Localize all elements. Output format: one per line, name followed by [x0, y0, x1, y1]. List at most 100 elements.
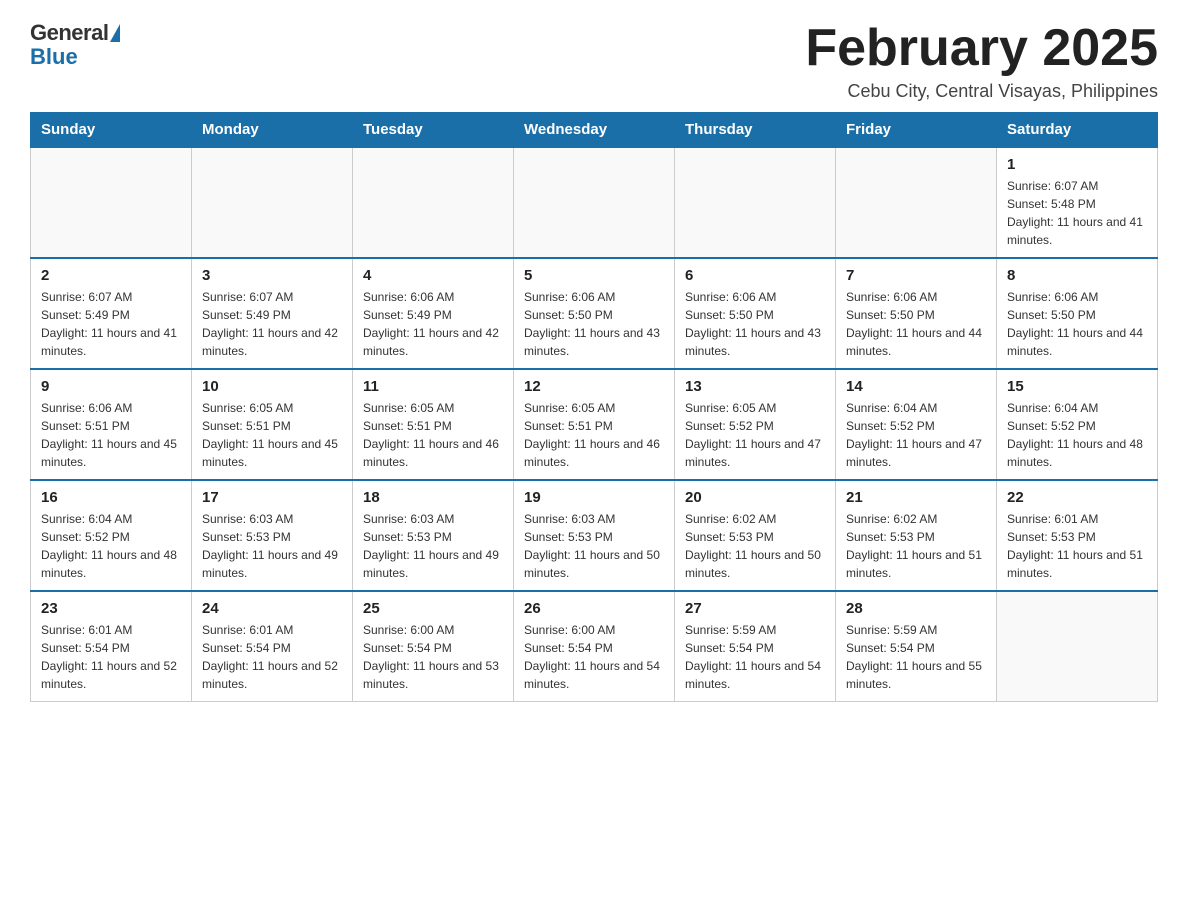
page-header: General Blue February 2025 Cebu City, Ce… [30, 20, 1158, 102]
logo-blue-text: Blue [30, 44, 78, 70]
calendar-cell: 11 Sunrise: 6:05 AMSunset: 5:51 PMDayligh… [353, 369, 514, 480]
day-number: 19 [524, 489, 664, 506]
day-number: 23 [41, 600, 181, 617]
calendar-cell [31, 147, 192, 258]
calendar-cell: 18Sunrise: 6:03 AMSunset: 5:53 PMDayligh… [353, 480, 514, 591]
logo-general-text: General [30, 20, 108, 46]
day-info: Sunrise: 6:01 AMSunset: 5:53 PMDaylight:… [1007, 510, 1147, 582]
calendar-header-thursday: Thursday [675, 113, 836, 148]
calendar-cell: 1 Sunrise: 6:07 AMSunset: 5:48 PMDaylight… [997, 147, 1158, 258]
day-number: 21 [846, 489, 986, 506]
logo: General Blue [30, 20, 120, 70]
day-number: 3 [202, 267, 342, 284]
day-number: 4 [363, 267, 503, 284]
day-number: 5 [524, 267, 664, 284]
day-info: Sunrise: 6:06 AMSunset: 5:50 PMDaylight:… [1007, 288, 1147, 360]
day-number: 1 [1007, 156, 1147, 173]
calendar-cell: 25 Sunrise: 6:00 AMSunset: 5:54 PMDayligh… [353, 591, 514, 702]
calendar-header-row: SundayMondayTuesdayWednesdayThursdayFrid… [31, 113, 1158, 148]
day-number: 24 [202, 600, 342, 617]
day-number: 12 [524, 378, 664, 395]
calendar-cell: 13 Sunrise: 6:05 AMSunset: 5:52 PMDayligh… [675, 369, 836, 480]
calendar-cell: 6 Sunrise: 6:06 AMSunset: 5:50 PMDaylight… [675, 258, 836, 369]
calendar-cell: 12 Sunrise: 6:05 AMSunset: 5:51 PMDayligh… [514, 369, 675, 480]
logo-triangle-icon [110, 24, 120, 42]
day-info: Sunrise: 6:06 AMSunset: 5:50 PMDaylight:… [846, 288, 986, 360]
day-number: 10 [202, 378, 342, 395]
calendar-cell [353, 147, 514, 258]
day-number: 25 [363, 600, 503, 617]
calendar-cell [997, 591, 1158, 702]
day-number: 8 [1007, 267, 1147, 284]
calendar-header-friday: Friday [836, 113, 997, 148]
calendar-cell: 20Sunrise: 6:02 AMSunset: 5:53 PMDayligh… [675, 480, 836, 591]
month-title: February 2025 [805, 20, 1158, 77]
day-info: Sunrise: 6:07 AMSunset: 5:48 PMDaylight:… [1007, 177, 1147, 249]
day-number: 7 [846, 267, 986, 284]
calendar-cell: 28 Sunrise: 5:59 AMSunset: 5:54 PMDayligh… [836, 591, 997, 702]
calendar-week-row: 9 Sunrise: 6:06 AMSunset: 5:51 PMDaylight… [31, 369, 1158, 480]
day-info: Sunrise: 6:00 AMSunset: 5:54 PMDaylight:… [363, 621, 503, 693]
calendar-cell: 7 Sunrise: 6:06 AMSunset: 5:50 PMDaylight… [836, 258, 997, 369]
calendar-header-sunday: Sunday [31, 113, 192, 148]
calendar-cell: 26 Sunrise: 6:00 AMSunset: 5:54 PMDayligh… [514, 591, 675, 702]
day-info: Sunrise: 6:06 AMSunset: 5:50 PMDaylight:… [685, 288, 825, 360]
calendar-cell: 19 Sunrise: 6:03 AMSunset: 5:53 PMDayligh… [514, 480, 675, 591]
day-number: 17 [202, 489, 342, 506]
day-info: Sunrise: 6:03 AMSunset: 5:53 PMDaylight:… [202, 510, 342, 582]
calendar-week-row: 1 Sunrise: 6:07 AMSunset: 5:48 PMDaylight… [31, 147, 1158, 258]
calendar-cell: 2Sunrise: 6:07 AMSunset: 5:49 PMDaylight… [31, 258, 192, 369]
day-info: Sunrise: 6:01 AMSunset: 5:54 PMDaylight:… [202, 621, 342, 693]
calendar-cell: 10 Sunrise: 6:05 AMSunset: 5:51 PMDayligh… [192, 369, 353, 480]
day-info: Sunrise: 6:06 AMSunset: 5:51 PMDaylight:… [41, 399, 181, 471]
day-info: Sunrise: 6:05 AMSunset: 5:51 PMDaylight:… [524, 399, 664, 471]
day-info: Sunrise: 6:01 AMSunset: 5:54 PMDaylight:… [41, 621, 181, 693]
calendar-cell [514, 147, 675, 258]
location-title: Cebu City, Central Visayas, Philippines [805, 81, 1158, 102]
day-number: 27 [685, 600, 825, 617]
day-number: 13 [685, 378, 825, 395]
day-number: 16 [41, 489, 181, 506]
day-number: 28 [846, 600, 986, 617]
calendar-cell: 16Sunrise: 6:04 AMSunset: 5:52 PMDayligh… [31, 480, 192, 591]
calendar-cell: 17 Sunrise: 6:03 AMSunset: 5:53 PMDayligh… [192, 480, 353, 591]
calendar-header-tuesday: Tuesday [353, 113, 514, 148]
calendar-cell: 9 Sunrise: 6:06 AMSunset: 5:51 PMDaylight… [31, 369, 192, 480]
day-info: Sunrise: 6:03 AMSunset: 5:53 PMDaylight:… [363, 510, 503, 582]
calendar-week-row: 23 Sunrise: 6:01 AMSunset: 5:54 PMDayligh… [31, 591, 1158, 702]
day-info: Sunrise: 6:06 AMSunset: 5:50 PMDaylight:… [524, 288, 664, 360]
calendar-table: SundayMondayTuesdayWednesdayThursdayFrid… [30, 112, 1158, 702]
day-info: Sunrise: 6:05 AMSunset: 5:51 PMDaylight:… [363, 399, 503, 471]
day-number: 6 [685, 267, 825, 284]
calendar-cell: 21 Sunrise: 6:02 AMSunset: 5:53 PMDayligh… [836, 480, 997, 591]
day-info: Sunrise: 6:05 AMSunset: 5:52 PMDaylight:… [685, 399, 825, 471]
calendar-cell: 8 Sunrise: 6:06 AMSunset: 5:50 PMDaylight… [997, 258, 1158, 369]
title-block: February 2025 Cebu City, Central Visayas… [805, 20, 1158, 102]
day-info: Sunrise: 6:07 AMSunset: 5:49 PMDaylight:… [202, 288, 342, 360]
day-number: 20 [685, 489, 825, 506]
calendar-cell: 27Sunrise: 5:59 AMSunset: 5:54 PMDayligh… [675, 591, 836, 702]
calendar-cell [675, 147, 836, 258]
day-info: Sunrise: 6:03 AMSunset: 5:53 PMDaylight:… [524, 510, 664, 582]
calendar-cell: 3 Sunrise: 6:07 AMSunset: 5:49 PMDaylight… [192, 258, 353, 369]
day-number: 26 [524, 600, 664, 617]
calendar-header-wednesday: Wednesday [514, 113, 675, 148]
calendar-week-row: 2Sunrise: 6:07 AMSunset: 5:49 PMDaylight… [31, 258, 1158, 369]
day-info: Sunrise: 5:59 AMSunset: 5:54 PMDaylight:… [846, 621, 986, 693]
calendar-header-saturday: Saturday [997, 113, 1158, 148]
day-info: Sunrise: 6:05 AMSunset: 5:51 PMDaylight:… [202, 399, 342, 471]
calendar-cell: 15Sunrise: 6:04 AMSunset: 5:52 PMDayligh… [997, 369, 1158, 480]
calendar-cell [836, 147, 997, 258]
day-number: 22 [1007, 489, 1147, 506]
calendar-week-row: 16Sunrise: 6:04 AMSunset: 5:52 PMDayligh… [31, 480, 1158, 591]
day-info: Sunrise: 6:00 AMSunset: 5:54 PMDaylight:… [524, 621, 664, 693]
day-info: Sunrise: 6:02 AMSunset: 5:53 PMDaylight:… [846, 510, 986, 582]
day-info: Sunrise: 6:04 AMSunset: 5:52 PMDaylight:… [846, 399, 986, 471]
day-number: 11 [363, 378, 503, 395]
day-number: 15 [1007, 378, 1147, 395]
day-number: 9 [41, 378, 181, 395]
calendar-cell: 24 Sunrise: 6:01 AMSunset: 5:54 PMDayligh… [192, 591, 353, 702]
calendar-cell [192, 147, 353, 258]
calendar-header-monday: Monday [192, 113, 353, 148]
calendar-cell: 23 Sunrise: 6:01 AMSunset: 5:54 PMDayligh… [31, 591, 192, 702]
